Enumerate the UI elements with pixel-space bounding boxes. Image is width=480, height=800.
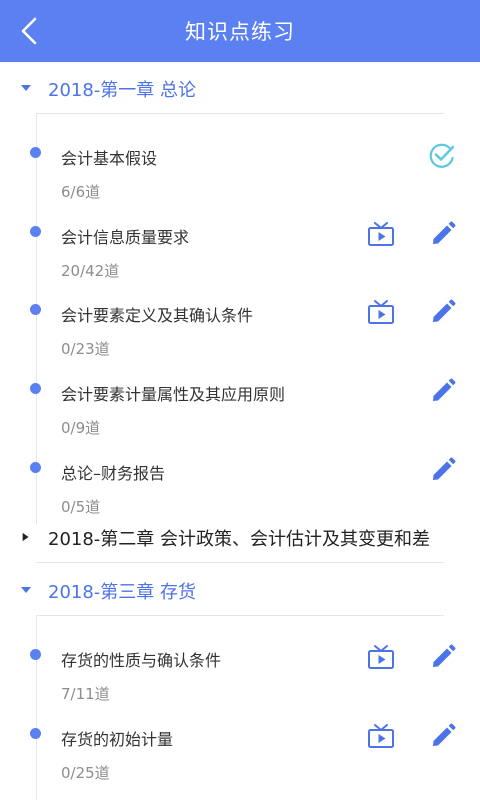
knowledge-point-item[interactable]: 会计基本假设 6/6道 — [0, 135, 480, 213]
timeline-dot — [30, 649, 41, 660]
knowledge-point-name: 总论–财务报告 — [61, 464, 166, 483]
knowledge-point-name: 存货的性质与确认条件 — [61, 651, 222, 670]
chapter-title: 2018-第三章 存货 — [48, 582, 197, 603]
pencil-icon — [433, 723, 456, 746]
practice-edit-button[interactable] — [427, 641, 459, 673]
chapter-2-header[interactable]: 2018-第二章 会计政策、会计估计及其变更和差 — [0, 512, 480, 562]
knowledge-point-item[interactable]: 会计信息质量要求 20/42道 — [0, 214, 480, 292]
question-count: 7/11道 — [61, 685, 110, 703]
pencil-icon — [433, 644, 456, 667]
divider — [36, 562, 444, 563]
video-play-icon — [368, 724, 394, 748]
app-header: 知识点练习 — [0, 0, 480, 62]
question-count: 0/23道 — [61, 340, 110, 358]
timeline-dot — [30, 304, 41, 315]
video-play-button[interactable] — [365, 296, 397, 328]
completed-check-icon — [426, 139, 458, 171]
knowledge-point-item[interactable]: 存货的性质与确认条件 7/11道 — [0, 637, 480, 715]
pencil-icon — [433, 457, 456, 480]
pencil-icon — [433, 299, 456, 322]
question-count: 6/6道 — [61, 183, 101, 201]
chapter-3-header[interactable]: 2018-第三章 存货 — [0, 565, 480, 615]
page-title: 知识点练习 — [185, 20, 295, 44]
practice-edit-button[interactable] — [427, 720, 459, 752]
timeline-dot — [30, 728, 41, 739]
question-count: 0/9道 — [61, 419, 101, 437]
knowledge-point-name: 会计要素计量属性及其应用原则 — [61, 385, 286, 404]
timeline-dot — [30, 462, 41, 473]
timeline-dot — [30, 226, 41, 237]
knowledge-point-name: 会计基本假设 — [61, 149, 158, 168]
question-count: 20/42道 — [61, 262, 120, 280]
practice-edit-button[interactable] — [427, 454, 459, 486]
practice-edit-button[interactable] — [427, 375, 459, 407]
chapter-1-header[interactable]: 2018-第一章 总论 — [0, 63, 480, 113]
video-play-icon — [368, 300, 394, 324]
chapter-title: 2018-第一章 总论 — [48, 80, 197, 101]
caret-down-icon — [21, 85, 31, 91]
pencil-icon — [433, 221, 456, 244]
video-play-button[interactable] — [365, 641, 397, 673]
practice-edit-button[interactable] — [427, 218, 459, 250]
video-play-icon — [368, 222, 394, 246]
knowledge-point-name: 会计信息质量要求 — [61, 228, 190, 247]
chapter-title: 2018-第二章 会计政策、会计估计及其变更和差 — [48, 529, 431, 550]
knowledge-point-item[interactable]: 会计要素定义及其确认条件 0/23道 — [0, 292, 480, 370]
question-count: 0/25道 — [61, 764, 110, 782]
caret-down-icon — [21, 587, 31, 593]
knowledge-point-item[interactable]: 会计要素计量属性及其应用原则 0/9道 — [0, 371, 480, 449]
timeline-dot — [30, 383, 41, 394]
pencil-icon — [433, 378, 456, 401]
video-play-button[interactable] — [365, 720, 397, 752]
timeline-dot — [30, 147, 41, 158]
knowledge-point-name: 存货的初始计量 — [61, 730, 174, 749]
knowledge-point-name: 会计要素定义及其确认条件 — [61, 306, 254, 325]
video-play-button[interactable] — [365, 218, 397, 250]
practice-edit-button[interactable] — [427, 296, 459, 328]
divider — [36, 113, 444, 114]
video-play-icon — [368, 645, 394, 669]
caret-right-icon — [22, 532, 29, 542]
knowledge-point-item[interactable]: 存货的初始计量 0/25道 — [0, 716, 480, 794]
divider — [36, 615, 444, 616]
